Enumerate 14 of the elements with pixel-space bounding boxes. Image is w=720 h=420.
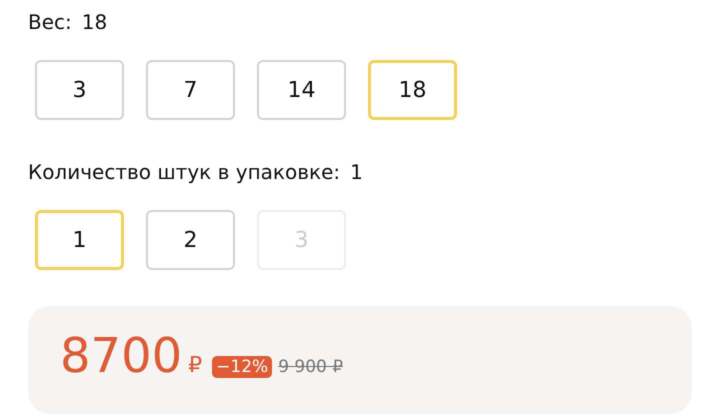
selected-value: 1 (350, 160, 363, 184)
option-button[interactable]: 3 (35, 60, 124, 120)
option-label: Количество штук в упаковке: (28, 160, 340, 184)
discount-badge: −12% (212, 356, 272, 378)
option-button[interactable]: 14 (257, 60, 346, 120)
option-button[interactable]: 7 (146, 60, 235, 120)
option-button[interactable]: 2 (146, 210, 235, 270)
option-button[interactable]: 18 (368, 60, 457, 120)
selected-value: 18 (82, 10, 108, 34)
option-button[interactable]: 1 (35, 210, 124, 270)
old-price: 9 900 ₽ (278, 357, 344, 377)
price: 8700 (60, 328, 182, 384)
currency: ₽ (188, 353, 202, 378)
option-label: Вес: (28, 10, 72, 34)
